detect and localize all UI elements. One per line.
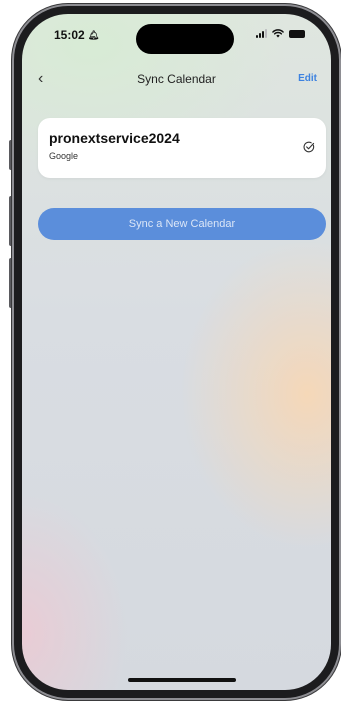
screen: 15:02 🔔︎ ‹ Sync Calendar Edit pronextser… bbox=[22, 14, 331, 690]
nav-bar: ‹ Sync Calendar Edit bbox=[22, 70, 331, 94]
edit-button[interactable]: Edit bbox=[298, 73, 317, 84]
battery-icon bbox=[289, 29, 305, 38]
page-title: Sync Calendar bbox=[137, 72, 216, 86]
sync-new-calendar-button[interactable]: Sync a New Calendar bbox=[38, 208, 326, 240]
status-time: 15:02 bbox=[54, 28, 85, 42]
status-bar: 15:02 🔔︎ bbox=[22, 14, 331, 58]
calendar-account-name: pronextservice2024 bbox=[49, 130, 180, 146]
home-indicator[interactable] bbox=[128, 678, 236, 682]
status-icons bbox=[256, 29, 305, 38]
phone-frame: 15:02 🔔︎ ‹ Sync Calendar Edit pronextser… bbox=[12, 4, 341, 700]
wifi-icon bbox=[272, 29, 284, 38]
device-mockup: 15:02 🔔︎ ‹ Sync Calendar Edit pronextser… bbox=[0, 0, 341, 701]
status-time-group: 15:02 🔔︎ bbox=[54, 28, 99, 42]
dynamic-island bbox=[136, 24, 234, 54]
bell-icon: 🔔︎ bbox=[87, 29, 100, 40]
signal-icon bbox=[256, 29, 267, 38]
check-circle-icon bbox=[303, 141, 315, 153]
calendar-provider: Google bbox=[49, 151, 79, 161]
calendar-account-card[interactable]: pronextservice2024 Google bbox=[38, 118, 326, 178]
